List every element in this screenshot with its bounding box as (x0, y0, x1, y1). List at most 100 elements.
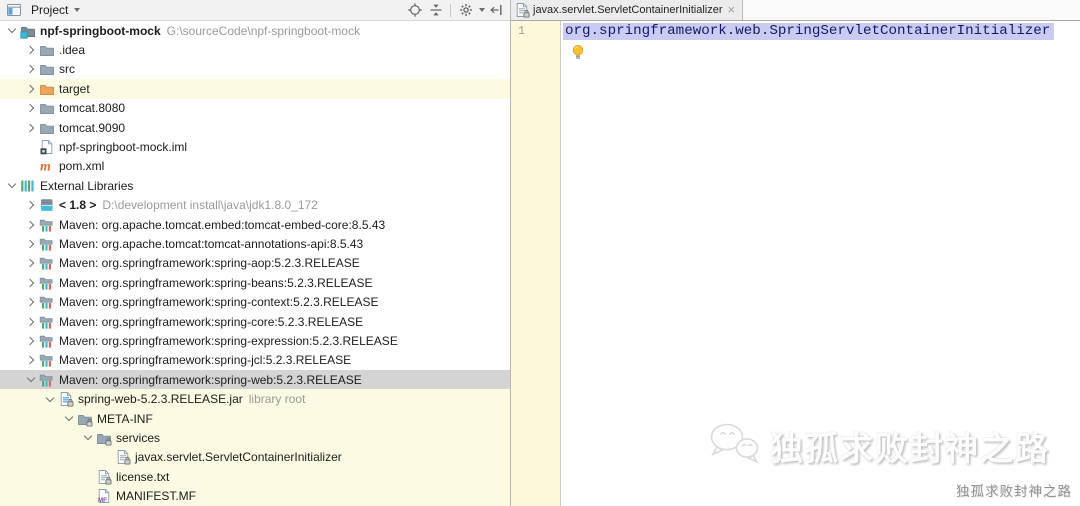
chevron-down-icon[interactable] (60, 411, 77, 427)
line-number: 1 (518, 24, 526, 38)
tree-item-label: External Libraries (40, 178, 134, 193)
tree-item-suffix: D:\development install\java\jdk1.8.0_172 (102, 198, 318, 213)
tree-item-label: pom.xml (59, 159, 105, 174)
tree-item-label: npf-springboot-mock (40, 23, 161, 38)
editor-tab[interactable]: javax.servlet.ServletContainerInitialize… (511, 0, 744, 20)
tree-row[interactable]: < 1.8 > D:\development install\java\jdk1.… (0, 196, 510, 215)
tree-row[interactable]: m pom.xml (0, 157, 510, 176)
watermark-subtitle: 独孤求败封神之路 (956, 484, 1072, 499)
svg-text:m: m (40, 160, 51, 175)
editor-area: javax.servlet.ServletContainerInitialize… (511, 0, 1080, 506)
watermark-title: 独孤求败封神之路 (770, 429, 1050, 467)
tree-row[interactable]: src (0, 60, 510, 79)
tree-row[interactable]: tomcat.8080 (0, 99, 510, 118)
library-icon (39, 275, 55, 291)
code-line[interactable]: org.springframework.web.SpringServletCon… (562, 23, 1080, 40)
tree-row[interactable]: MF MANIFEST.MF (0, 486, 510, 506)
chevron-right-icon[interactable] (22, 42, 39, 58)
tree-row[interactable]: Maven: org.apache.tomcat.embed:tomcat-em… (0, 215, 510, 234)
tree-item-label: Maven: org.springframework:spring-beans:… (59, 275, 373, 290)
project-tree[interactable]: npf-springboot-mock G:\sourceCode\npf-spr… (0, 21, 510, 506)
tree-row[interactable]: Maven: org.springframework:spring-core:5… (0, 312, 510, 331)
chevron-right-icon[interactable] (22, 314, 39, 330)
tree-row[interactable]: Maven: org.springframework:spring-contex… (0, 292, 510, 311)
tree-item-label: META-INF (97, 411, 153, 426)
hide-panel-button[interactable] (485, 1, 506, 19)
tree-row[interactable]: Maven: org.springframework:spring-aop:5.… (0, 254, 510, 273)
editor-tab-bar: javax.servlet.ServletContainerInitialize… (511, 0, 1080, 21)
tree-row[interactable]: Maven: org.springframework:spring-web:5.… (0, 370, 510, 390)
chevron-right-icon[interactable] (22, 197, 39, 213)
file-locked-icon (514, 2, 530, 18)
watermark-main: 独孤求败封神之路 (706, 420, 1050, 471)
tree-item-suffix: G:\sourceCode\npf-springboot-mock (166, 23, 361, 38)
chevron-right-icon[interactable] (22, 217, 39, 233)
tree-row[interactable]: External Libraries (0, 176, 510, 195)
tree-row[interactable]: Maven: org.apache.tomcat:tomcat-annotati… (0, 234, 510, 253)
tree-row[interactable]: Maven: org.springframework:spring-jcl:5.… (0, 351, 510, 370)
tree-row[interactable]: spring-web-5.2.3.RELEASE.jar library root (0, 389, 510, 409)
tree-row[interactable]: Maven: org.springframework:spring-expres… (0, 331, 510, 350)
select-opened-file-button[interactable] (404, 1, 425, 19)
chevron-down-icon[interactable] (22, 372, 39, 388)
project-tool-window: Project npf-springboot-mock G:\sourceCode… (0, 0, 510, 506)
tree-row[interactable]: license.txt (0, 466, 510, 487)
tree-row[interactable]: META-INF (0, 408, 510, 429)
chevron-right-icon[interactable] (22, 61, 39, 77)
chevron-right-icon[interactable] (22, 294, 39, 310)
chevron-down-icon[interactable] (74, 8, 81, 12)
jdk-icon (39, 197, 55, 213)
chevron-down-icon[interactable] (3, 23, 20, 39)
intention-bulb-icon[interactable] (571, 44, 585, 60)
tree-row[interactable]: Maven: org.springframework:spring-beans:… (0, 273, 510, 292)
selected-text[interactable]: org.springframework.web.SpringServletCon… (563, 23, 1055, 40)
project-panel-header: Project (0, 0, 510, 21)
chevron-down-icon[interactable] (3, 178, 20, 194)
chevron-right-icon[interactable] (22, 100, 39, 116)
folder-locked-icon (77, 411, 93, 427)
chevron-right-icon[interactable] (22, 333, 39, 349)
svg-text:MF: MF (98, 497, 107, 504)
chevron-down-icon[interactable] (79, 430, 96, 446)
tree-row[interactable]: tomcat.9090 (0, 118, 510, 137)
chevron-right-icon[interactable] (22, 236, 39, 252)
code-area[interactable]: org.springframework.web.SpringServletCon… (562, 21, 1080, 60)
chevron-right-icon[interactable] (22, 255, 39, 271)
tree-item-label: npf-springboot-mock.iml (59, 140, 188, 155)
chevron-right-icon[interactable] (22, 120, 39, 136)
external-libraries-icon (20, 178, 36, 194)
close-icon[interactable]: × (728, 3, 736, 16)
chevron-down-icon[interactable] (41, 391, 58, 407)
tree-row[interactable]: npf-springboot-mock.iml (0, 137, 510, 156)
tree-item-label: Maven: org.springframework:spring-expres… (59, 333, 398, 348)
tree-row[interactable]: target (0, 79, 510, 99)
tree-item-suffix: library root (248, 392, 306, 407)
chevron-right-icon[interactable] (22, 81, 39, 97)
chevron-right-icon[interactable] (22, 352, 39, 368)
library-icon (39, 352, 55, 368)
tree-row[interactable]: .idea (0, 40, 510, 59)
settings-gear-button[interactable] (455, 1, 476, 19)
toolbar-separator (450, 3, 451, 17)
tree-row[interactable]: npf-springboot-mock G:\sourceCode\npf-spr… (0, 21, 510, 40)
tree-item-label: Maven: org.apache.tomcat.embed:tomcat-em… (59, 217, 386, 232)
collapse-all-button[interactable] (425, 1, 446, 19)
editor-body[interactable]: 1 org.springframework.web.SpringServletC… (511, 21, 1080, 506)
library-icon (39, 333, 55, 349)
tree-row[interactable]: services (0, 428, 510, 448)
jar-icon (58, 391, 74, 407)
tree-row[interactable]: javax.servlet.ServletContainerInitialize… (0, 447, 510, 467)
folder-icon (39, 100, 55, 116)
chevron-right-icon[interactable] (22, 275, 39, 291)
folder-icon (39, 120, 55, 136)
